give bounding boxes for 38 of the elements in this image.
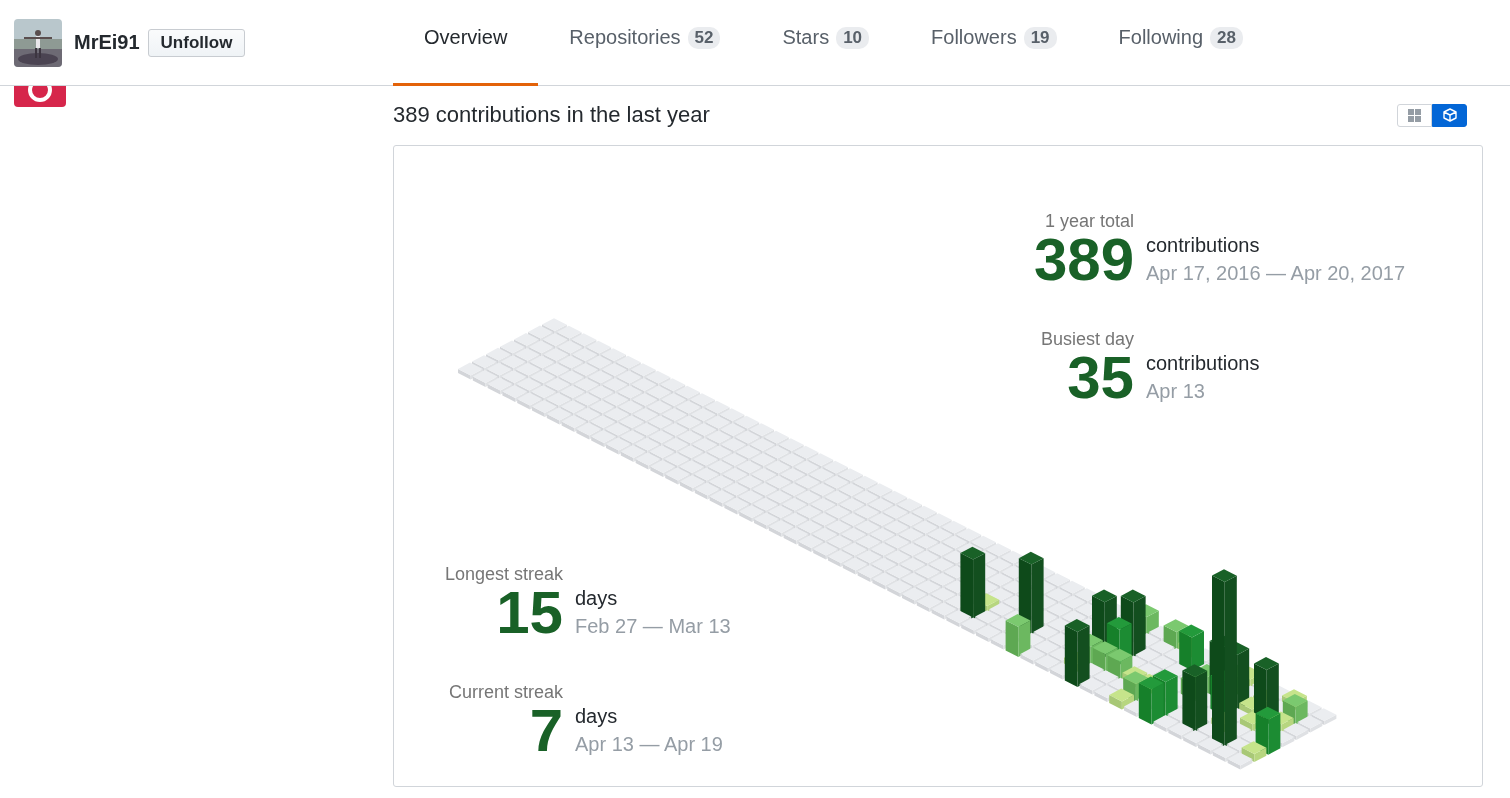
- stat-value: 15: [496, 585, 563, 641]
- cube-view-button[interactable]: [1432, 103, 1467, 127]
- profile-tab[interactable]: Stars 10: [751, 0, 901, 86]
- grid-icon: [1408, 108, 1421, 122]
- stat-label: Current streak: [448, 681, 563, 703]
- tab-counter: 28: [1210, 26, 1243, 49]
- organization-icon: [14, 86, 66, 107]
- profile-tab[interactable]: Following 28: [1087, 0, 1274, 86]
- stat-unit: contributions: [1146, 351, 1261, 376]
- tab-counter: 19: [1023, 26, 1057, 49]
- stat-unit: contributions: [1146, 233, 1261, 258]
- grid-view-button[interactable]: [1397, 103, 1432, 127]
- tab-label: Following: [1118, 26, 1204, 49]
- tab-label: Followers: [931, 26, 1017, 49]
- profile-tab[interactable]: Repositories 52: [538, 0, 752, 86]
- date-range: Apr 13 — Apr 19: [575, 732, 724, 757]
- cube-icon: [1442, 108, 1457, 122]
- username: MrEi91: [74, 31, 140, 54]
- profile-tab[interactable]: Overview: [393, 0, 539, 86]
- date-range: Apr 17, 2016 — Apr 20, 2017: [1146, 261, 1407, 286]
- stat-value: 35: [1067, 350, 1134, 406]
- stat-unit: days: [575, 704, 619, 729]
- stat-value: 7: [529, 703, 563, 759]
- tab-counter: 10: [836, 26, 870, 49]
- tab-label: Stars: [782, 26, 830, 49]
- profile-tab[interactable]: Followers 19: [900, 0, 1088, 86]
- stat-label: 1 year total: [1044, 210, 1134, 232]
- date-range: Apr 13: [1146, 379, 1206, 404]
- stat-unit: days: [575, 586, 619, 611]
- date-range: Feb 27 — Mar 13: [575, 614, 732, 639]
- stat-value: 389: [1033, 232, 1134, 288]
- contributions-heading: 389 contributions in the last year: [393, 102, 710, 128]
- stat-label: Busiest day: [1040, 328, 1134, 350]
- unfollow-button[interactable]: Unfollow: [147, 28, 246, 57]
- stat-label: Longest streak: [444, 563, 563, 585]
- tab-label: Overview: [424, 26, 508, 49]
- tab-label: Repositories: [569, 26, 681, 49]
- tab-counter: 52: [687, 26, 721, 49]
